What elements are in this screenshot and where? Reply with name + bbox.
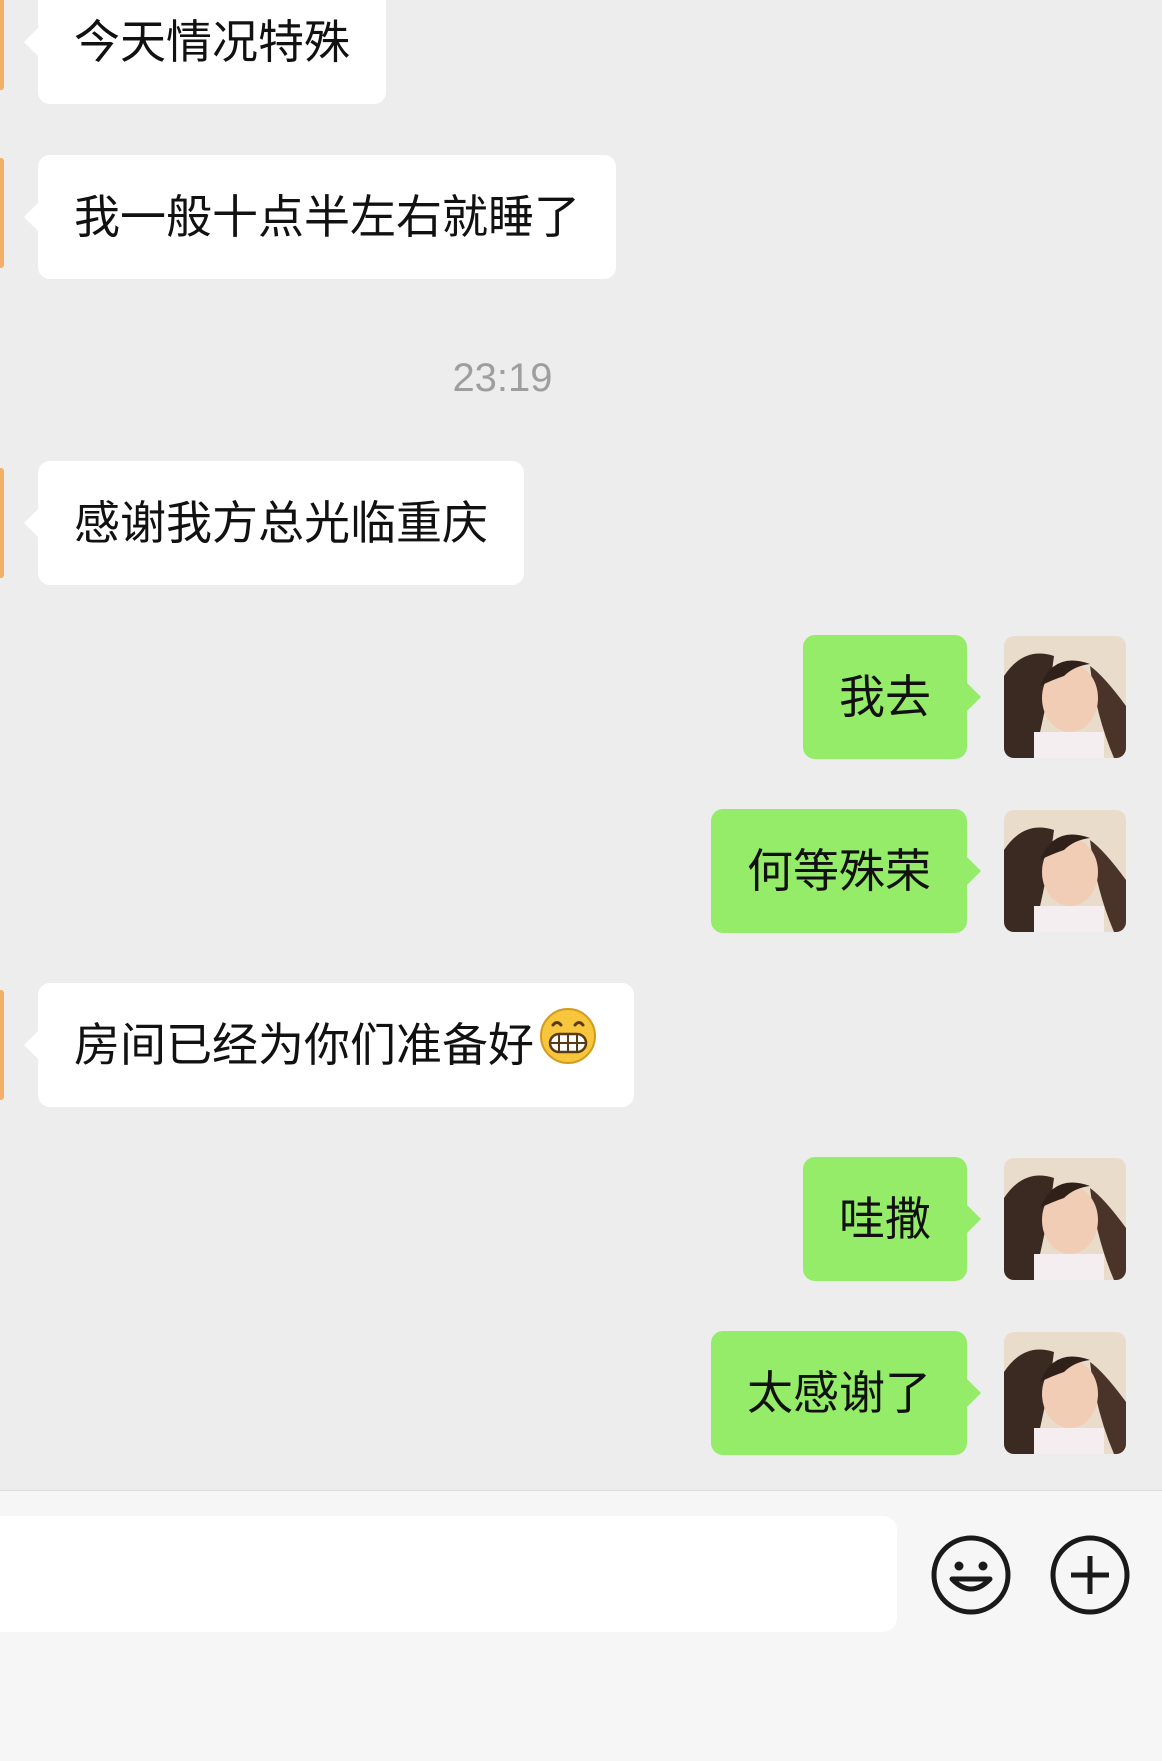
message-text: 太感谢了 bbox=[747, 1366, 931, 1420]
self-avatar[interactable] bbox=[1004, 810, 1126, 932]
plus-circle-icon[interactable] bbox=[1049, 1534, 1131, 1616]
message-bubble-outgoing[interactable]: 何等殊荣 bbox=[711, 809, 981, 933]
message-text: 何等殊荣 bbox=[747, 844, 931, 898]
sender-avatar-edge[interactable] bbox=[0, 990, 4, 1100]
chat-timestamp: 23:19 bbox=[452, 356, 553, 400]
message-text: 感谢我方总光临重庆 bbox=[74, 496, 488, 550]
message-bubble-incoming[interactable]: 房间已经为你们准备好 bbox=[24, 983, 634, 1107]
self-avatar[interactable] bbox=[1004, 636, 1126, 758]
grinning-face-emoji-icon bbox=[538, 987, 598, 1111]
message-bubble-outgoing[interactable]: 哇撒 bbox=[803, 1157, 981, 1281]
message-bubble-outgoing[interactable]: 太感谢了 bbox=[711, 1331, 981, 1455]
message-input[interactable] bbox=[0, 1516, 897, 1632]
portrait-image bbox=[1004, 636, 1126, 758]
message-text: 我一般十点半左右就睡了 bbox=[74, 190, 580, 244]
sender-avatar-edge[interactable] bbox=[0, 0, 4, 90]
message-text: 今天情况特殊 bbox=[74, 15, 350, 69]
message-bubble-incoming[interactable]: 今天情况特殊 bbox=[24, 0, 386, 104]
message-text: 房间已经为你们准备好 bbox=[74, 1018, 534, 1072]
input-bar bbox=[0, 1490, 1162, 1761]
message-text: 哇撒 bbox=[839, 1192, 931, 1246]
portrait-image bbox=[1004, 810, 1126, 932]
message-bubble-outgoing[interactable]: 我去 bbox=[803, 635, 981, 759]
sender-avatar-edge[interactable] bbox=[0, 468, 4, 578]
portrait-image bbox=[1004, 1158, 1126, 1280]
message-bubble-incoming[interactable]: 感谢我方总光临重庆 bbox=[24, 461, 524, 585]
message-bubble-incoming[interactable]: 我一般十点半左右就睡了 bbox=[24, 155, 616, 279]
self-avatar[interactable] bbox=[1004, 1332, 1126, 1454]
message-text: 我去 bbox=[839, 670, 931, 724]
self-avatar[interactable] bbox=[1004, 1158, 1126, 1280]
portrait-image bbox=[1004, 1332, 1126, 1454]
sender-avatar-edge[interactable] bbox=[0, 158, 4, 268]
smiley-face-icon[interactable] bbox=[930, 1534, 1012, 1616]
chat-area: 今天情况特殊 我一般十点半左右就睡了 23:19 感谢我方总光临重庆 我去 何等… bbox=[0, 0, 1162, 1490]
